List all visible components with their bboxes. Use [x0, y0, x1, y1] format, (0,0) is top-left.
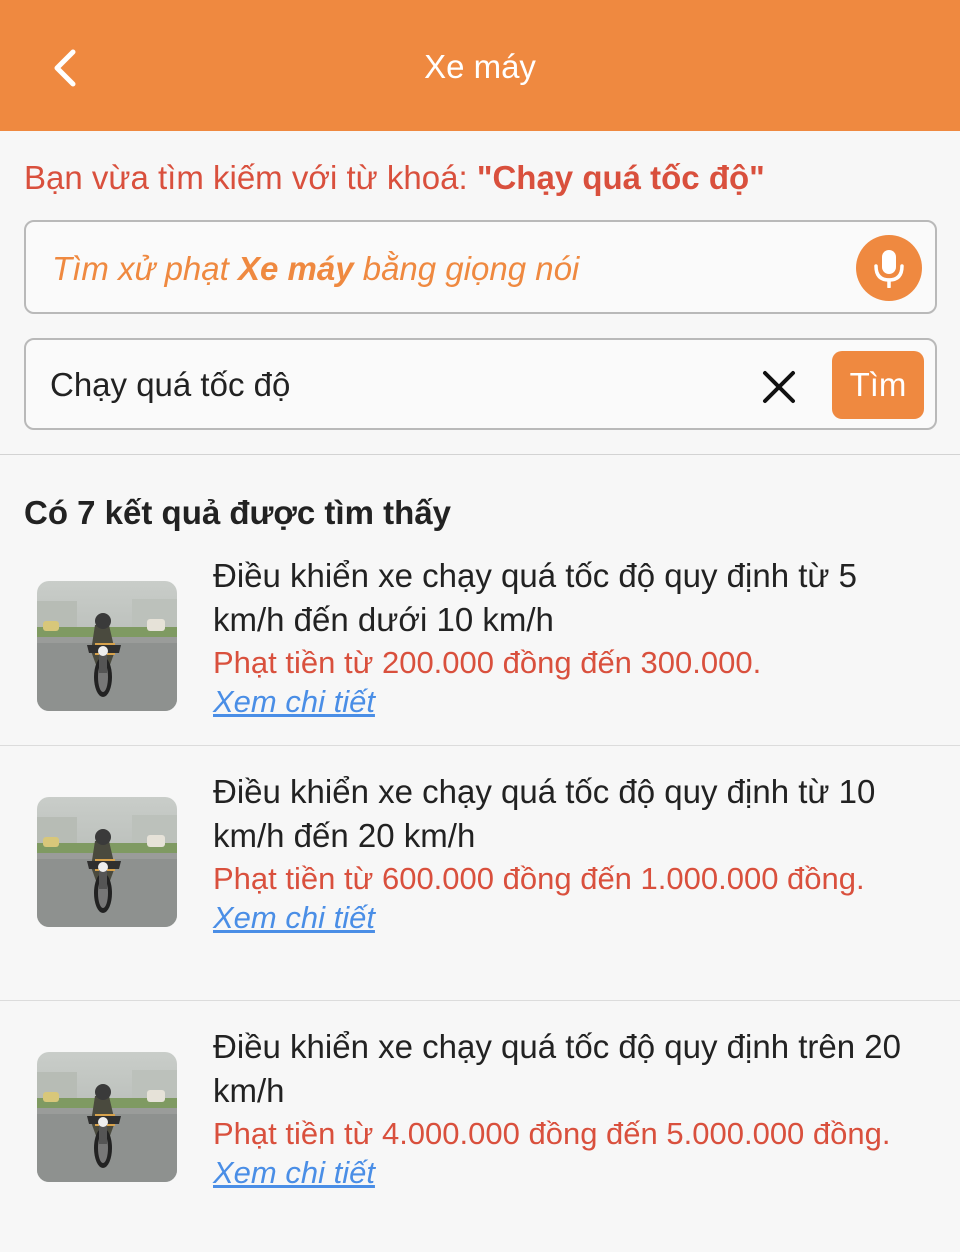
view-detail-link[interactable]: Xem chi tiết [213, 1153, 375, 1192]
item-divider [0, 1000, 960, 1001]
search-keyword-note: Bạn vừa tìm kiếm với từ khoá: "Chạy quá … [24, 156, 765, 200]
result-title: Điều khiển xe chạy quá tốc độ quy định t… [213, 773, 876, 854]
view-detail-link[interactable]: Xem chi tiết [213, 898, 375, 937]
section-divider [0, 454, 960, 455]
search-note-keyword: "Chạy quá tốc độ" [476, 159, 765, 196]
item-divider [0, 745, 960, 746]
page-title: Xe máy [424, 48, 536, 85]
search-input-value: Chạy quá tốc độ [50, 366, 291, 403]
clear-search-button[interactable] [756, 364, 802, 410]
result-item[interactable]: Điều khiển xe chạy quá tốc độ quy định t… [0, 1023, 960, 1252]
voice-placeholder-prefix: Tìm xử phạt [52, 250, 238, 287]
voice-search-field[interactable]: Tìm xử phạt Xe máy bằng giọng nói [24, 220, 937, 314]
app-header: Xe máy [0, 0, 960, 131]
result-fine: Phạt tiền từ 600.000 đồng đến 1.000.000 … [213, 861, 865, 896]
motorbike-thumbnail [37, 1052, 177, 1182]
search-input[interactable]: Chạy quá tốc độ Tìm [24, 338, 937, 430]
microphone-button[interactable] [856, 235, 922, 301]
result-fine: Phạt tiền từ 200.000 đồng đến 300.000. [213, 645, 762, 680]
search-note-prefix: Bạn vừa tìm kiếm với từ khoá: [24, 159, 477, 196]
search-button[interactable]: Tìm [832, 351, 924, 419]
result-title: Điều khiển xe chạy quá tốc độ quy định t… [213, 1028, 901, 1109]
result-item[interactable]: Điều khiển xe chạy quá tốc độ quy định t… [0, 552, 960, 745]
view-detail-link[interactable]: Xem chi tiết [213, 682, 375, 721]
voice-placeholder-bold: Xe máy [237, 250, 354, 287]
motorbike-thumbnail [37, 797, 177, 927]
result-count: Có 7 kết quả được tìm thấy [24, 494, 451, 531]
result-title: Điều khiển xe chạy quá tốc độ quy định t… [213, 557, 857, 638]
close-icon [763, 371, 795, 403]
motorbike-thumbnail [37, 581, 177, 711]
voice-search-placeholder: Tìm xử phạt Xe máy bằng giọng nói [52, 248, 579, 290]
voice-placeholder-suffix: bằng giọng nói [353, 250, 580, 287]
microphone-icon [874, 250, 904, 288]
result-item[interactable]: Điều khiển xe chạy quá tốc độ quy định t… [0, 768, 960, 1000]
result-fine: Phạt tiền từ 4.000.000 đồng đến 5.000.00… [213, 1116, 891, 1151]
